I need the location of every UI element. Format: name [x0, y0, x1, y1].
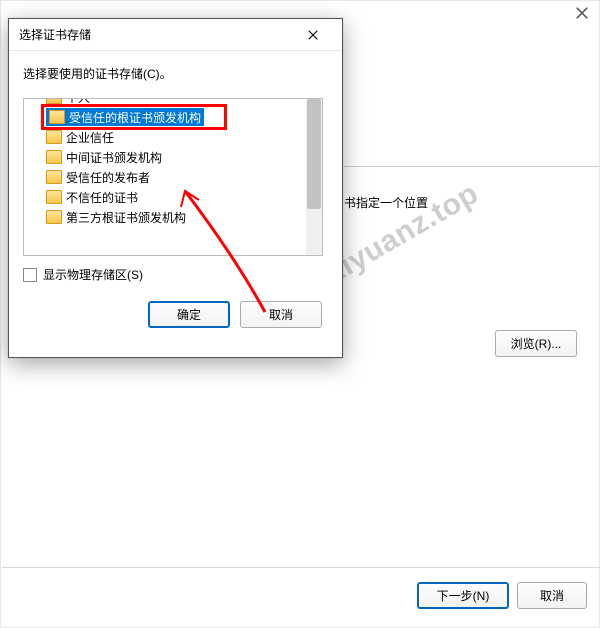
folder-icon [46, 210, 62, 224]
parent-separator [344, 166, 599, 167]
dialog-prompt: 选择要使用的证书存储(C)。 [23, 65, 328, 82]
next-button[interactable]: 下一步(N) [417, 582, 509, 609]
tree-item[interactable]: 受信任的发布者 [28, 167, 306, 187]
tree-scrollbar[interactable] [306, 99, 322, 255]
tree-item[interactable]: 不信任的证书 [28, 187, 306, 207]
dialog-title: 选择证书存储 [19, 26, 292, 43]
tree-item-label: 第三方根证书颁发机构 [66, 209, 186, 226]
tree-item[interactable]: 个人 [28, 98, 306, 107]
show-physical-stores-checkbox[interactable] [23, 268, 37, 282]
tree-item[interactable]: 中间证书颁发机构 [28, 147, 306, 167]
parent-cancel-button[interactable]: 取消 [517, 582, 587, 609]
parent-bottom-separator [2, 567, 600, 568]
parent-close-button[interactable] [573, 7, 591, 25]
parent-wizard-buttons: 下一步(N) 取消 [417, 582, 587, 609]
cert-store-tree[interactable]: 个人 受信任的根证书颁发机构 企业信任 中间证书颁发机构 [23, 98, 323, 256]
scrollbar-thumb[interactable] [307, 99, 321, 209]
checkbox-label: 显示物理存储区(S) [43, 266, 143, 283]
dialog-cancel-button[interactable]: 取消 [240, 301, 322, 328]
tree-item[interactable]: 企业信任 [28, 127, 306, 147]
tree-item[interactable]: 第三方根证书颁发机构 [28, 207, 306, 227]
dialog-close-button[interactable] [292, 23, 334, 47]
parent-hint-text: 书指定一个位置 [344, 194, 428, 211]
select-cert-store-dialog: 选择证书存储 选择要使用的证书存储(C)。 个人 受信任的根证书颁发机构 [8, 18, 343, 358]
tree-item-label: 不信任的证书 [66, 189, 138, 206]
tree-item-label: 受信任的根证书颁发机构 [69, 109, 201, 126]
folder-icon [46, 130, 62, 144]
browse-button[interactable]: 浏览(R)... [495, 330, 577, 357]
folder-icon [49, 110, 65, 124]
ok-button[interactable]: 确定 [148, 301, 230, 328]
tree-item-selected[interactable]: 受信任的根证书颁发机构 [44, 107, 224, 127]
folder-icon [46, 150, 62, 164]
dialog-titlebar: 选择证书存储 [9, 19, 342, 51]
folder-icon [46, 190, 62, 204]
close-icon [308, 30, 318, 40]
folder-icon [46, 98, 62, 104]
tree-item-label: 企业信任 [66, 129, 114, 146]
tree-item-label: 受信任的发布者 [66, 169, 150, 186]
tree-item-label: 个人 [66, 98, 90, 106]
tree-item-label: 中间证书颁发机构 [66, 149, 162, 166]
close-icon [576, 7, 588, 19]
folder-icon [46, 170, 62, 184]
